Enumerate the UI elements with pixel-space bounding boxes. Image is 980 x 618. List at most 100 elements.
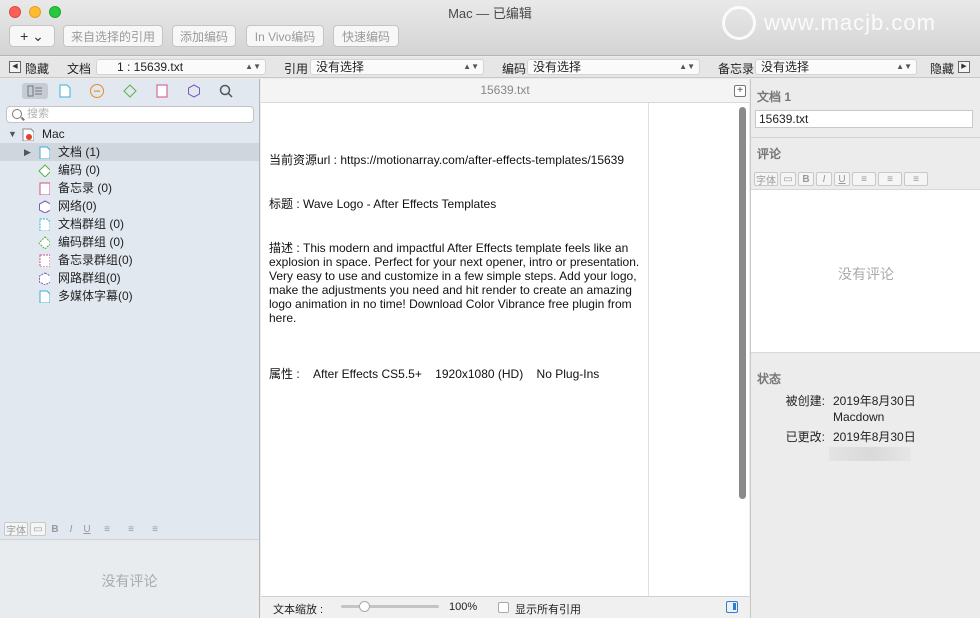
document-filter-value: 1 : 15639.txt <box>117 60 184 74</box>
tree-item[interactable]: 多媒体字幕(0) <box>0 287 259 305</box>
search-placeholder: 搜索 <box>27 108 49 120</box>
tree-item[interactable]: ▶ 文档 (1) <box>0 143 259 161</box>
modified-value: 2019年8月30日 <box>833 430 916 444</box>
doc-line-title: 标题 : Wave Logo - After Effects Templates <box>269 197 497 211</box>
tree-root-mac[interactable]: ▼ Mac <box>0 125 259 143</box>
quote-filter-select[interactable]: 没有选择 ▲▼ <box>310 59 484 75</box>
zoom-slider[interactable] <box>341 601 439 612</box>
bold-button[interactable]: B <box>798 172 814 186</box>
doc-line-attributes: 属性 : After Effects CS5.5+ 1920x1080 (HD)… <box>269 367 600 381</box>
align-right-button[interactable]: ≡ <box>904 172 928 186</box>
underline-button[interactable]: U <box>80 522 94 536</box>
quote-filter-label: 引用 <box>284 62 309 76</box>
search-icon <box>12 109 22 119</box>
created-value: 2019年8月30日 <box>833 394 916 408</box>
align-left-button[interactable]: ≡ <box>852 172 876 186</box>
memos-tab-icon[interactable] <box>151 83 173 99</box>
align-right-button[interactable]: ≡ <box>144 522 166 536</box>
color-button[interactable]: ▭ <box>30 522 46 536</box>
codes-tab-icon[interactable] <box>119 83 141 99</box>
margin-divider <box>648 103 649 596</box>
tree-item-label: 备忘录 (0) <box>58 181 113 195</box>
tree-item[interactable]: 网络(0) <box>0 197 259 215</box>
watermark-logo-icon <box>722 6 756 40</box>
tree-item[interactable]: 备忘录群组(0) <box>0 251 259 269</box>
created-label: 被创建: <box>785 394 825 408</box>
expand-icon[interactable]: + <box>734 85 746 97</box>
quote-from-selection-button[interactable]: 来自选择的引用 <box>63 25 163 47</box>
align-center-button[interactable]: ≡ <box>120 522 142 536</box>
font-button[interactable]: 字体 <box>4 522 28 537</box>
disclosure-open-icon[interactable]: ▼ <box>8 125 17 143</box>
tree-item-label: 备忘录群组(0) <box>58 253 133 267</box>
comment-section-label: 评论 <box>757 147 782 161</box>
show-quotes-label[interactable]: 显示所有引用 <box>515 601 581 617</box>
project-icon <box>22 128 34 141</box>
tree-item[interactable]: 网路群组(0) <box>0 269 259 287</box>
project-view-icon[interactable] <box>22 83 48 99</box>
doc-line-description: 描述 : This modern and impactful After Eff… <box>269 241 643 325</box>
disclosure-closed-icon[interactable]: ▶ <box>24 143 31 161</box>
italic-button[interactable]: I <box>64 522 78 536</box>
zoom-slider-knob[interactable] <box>359 601 370 612</box>
tree-item[interactable]: 文档群组 (0) <box>0 215 259 233</box>
zoom-label: 文本缩放 : <box>273 604 324 616</box>
quotes-tab-icon[interactable]: ••• <box>86 83 108 99</box>
underline-button[interactable]: U <box>834 172 850 186</box>
document-group-icon <box>39 218 50 231</box>
watermark-text: www.macjb.com <box>764 10 936 35</box>
bold-button[interactable]: B <box>48 522 62 536</box>
tree-item-label: 编码群组 (0) <box>58 235 125 249</box>
tree-item-label: 网络(0) <box>58 199 97 213</box>
doc-name-field[interactable]: 15639.txt <box>755 110 973 128</box>
code-filter-value: 没有选择 <box>533 60 582 74</box>
code-filter-select[interactable]: 没有选择 ▲▼ <box>527 59 700 75</box>
watermark: www.macjb.com <box>722 6 936 40</box>
networks-tab-icon[interactable] <box>183 83 205 99</box>
hide-left-icon[interactable]: ◀ <box>9 61 21 73</box>
tree-item[interactable]: 编码群组 (0) <box>0 233 259 251</box>
status-section-label: 状态 <box>757 372 782 386</box>
tree-item[interactable]: 编码 (0) <box>0 161 259 179</box>
search-tab-icon[interactable] <box>215 83 237 99</box>
sidebar-format-bar: 字体 ▭ B I U ≡ ≡ ≡ <box>4 521 168 537</box>
chevron-updown-icon: ▲▼ <box>463 62 479 71</box>
inspector-panel: 文档 1 15639.txt 评论 字体 ▭ B I U ≡ ≡ ≡ 没有评论 … <box>750 79 980 618</box>
sidebar-search-input[interactable]: 搜索 <box>6 106 254 123</box>
svg-text:•••: ••• <box>94 90 100 96</box>
hide-left-label[interactable]: 隐藏 <box>25 60 49 77</box>
in-vivo-code-button[interactable]: In Vivo编码 <box>246 25 324 47</box>
color-button[interactable]: ▭ <box>780 172 796 186</box>
sidebar-no-comment: 没有评论 <box>101 573 158 589</box>
italic-button[interactable]: I <box>816 172 832 186</box>
hide-right-label[interactable]: 隐藏 <box>930 60 954 77</box>
memo-filter-select[interactable]: 没有选择 ▲▼ <box>755 59 917 75</box>
memo-filter-label: 备忘录 <box>718 62 755 76</box>
zoom-value: 100% <box>449 601 478 613</box>
show-quotes-checkbox[interactable] <box>498 602 509 613</box>
tree-item-label: 网路群组(0) <box>58 271 121 285</box>
divider <box>751 137 980 138</box>
tree-item[interactable]: 备忘录 (0) <box>0 179 259 197</box>
hide-right-icon[interactable]: ▶ <box>958 61 970 73</box>
font-button[interactable]: 字体 <box>754 172 778 187</box>
document-content[interactable]: 当前资源url : https://motionarray.com/after-… <box>269 125 641 409</box>
media-subtitle-icon <box>39 290 50 303</box>
add-code-button[interactable]: 添加编码 <box>172 25 236 47</box>
vertical-scrollbar[interactable] <box>739 107 746 499</box>
code-group-icon <box>38 236 50 249</box>
chevron-updown-icon: ▲▼ <box>679 62 695 71</box>
quick-code-button[interactable]: 快速编码 <box>333 25 399 47</box>
add-button[interactable]: + ⌄ <box>9 25 55 47</box>
document-filter-select[interactable]: 1 : 15639.txt ▲▼ <box>96 59 266 75</box>
sidebar-toggle-icon[interactable] <box>726 601 738 613</box>
document-tab-title: 15639.txt <box>261 79 749 103</box>
chevron-updown-icon: ▲▼ <box>896 62 912 71</box>
tree-item-label: 文档群组 (0) <box>58 217 125 231</box>
align-center-button[interactable]: ≡ <box>878 172 902 186</box>
navigator-icon-bar: ••• <box>0 79 260 103</box>
tree-item-label: 多媒体字幕(0) <box>58 289 133 303</box>
align-left-button[interactable]: ≡ <box>96 522 118 536</box>
blurred-text <box>829 447 911 461</box>
documents-tab-icon[interactable] <box>54 83 76 99</box>
